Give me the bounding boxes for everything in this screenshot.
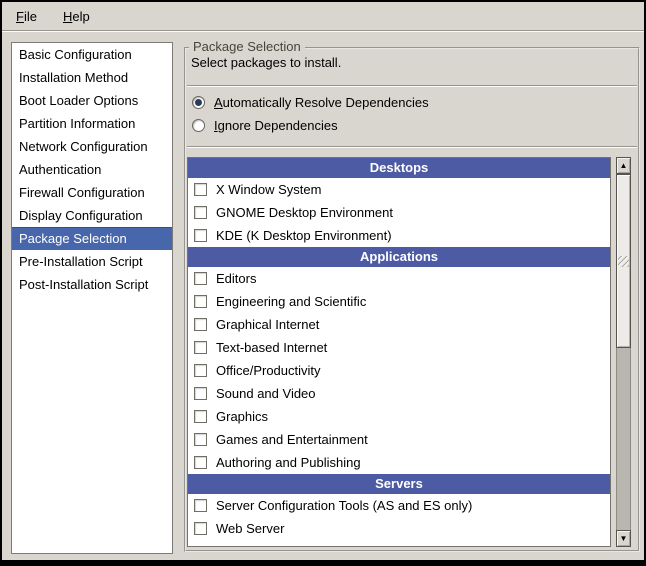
down-arrow-icon: ▼ — [620, 535, 628, 543]
sidebar-item-basic-configuration[interactable]: Basic Configuration — [12, 43, 172, 66]
checkbox-icon[interactable] — [194, 229, 207, 242]
checkbox-icon[interactable] — [194, 295, 207, 308]
scroll-down-button[interactable]: ▼ — [616, 530, 631, 547]
up-arrow-icon: ▲ — [620, 162, 628, 170]
sidebar-item-post-installation-script[interactable]: Post-Installation Script — [12, 273, 172, 296]
package-label: Editors — [216, 271, 256, 286]
scrollbar-thumb[interactable] — [616, 174, 631, 348]
package-label: Graphics — [216, 409, 268, 424]
package-row-gnome-desktop-environment[interactable]: GNOME Desktop Environment — [188, 201, 610, 224]
scrollbar-track[interactable] — [616, 174, 631, 530]
package-label: Games and Entertainment — [216, 432, 368, 447]
package-row-server-configuration-tools-as-and-es-only[interactable]: Server Configuration Tools (AS and ES on… — [188, 494, 610, 517]
sidebar-item-boot-loader-options[interactable]: Boot Loader Options — [12, 89, 172, 112]
group-header-servers: Servers — [188, 474, 610, 494]
package-row-graphical-internet[interactable]: Graphical Internet — [188, 313, 610, 336]
checkbox-icon[interactable] — [194, 272, 207, 285]
package-label: Engineering and Scientific — [216, 294, 366, 309]
mnemonic-underline: F — [16, 9, 24, 24]
checkbox-icon[interactable] — [194, 456, 207, 469]
menubar: File Help — [2, 2, 644, 31]
checkbox-icon[interactable] — [194, 364, 207, 377]
vertical-scrollbar[interactable]: ▲ ▼ — [616, 157, 631, 547]
checkbox-icon[interactable] — [194, 341, 207, 354]
radio-automatically-resolve-dependencies[interactable]: Automatically Resolve Dependencies — [192, 91, 429, 114]
checkbox-icon[interactable] — [194, 499, 207, 512]
separator — [187, 146, 637, 148]
scroll-up-button[interactable]: ▲ — [616, 157, 631, 174]
mnemonic-underline: A — [214, 95, 223, 110]
dependency-options: Automatically Resolve Dependencies Ignore… — [192, 91, 429, 137]
checkbox-icon[interactable] — [194, 387, 207, 400]
mnemonic-underline: H — [63, 9, 72, 24]
package-row-sound-and-video[interactable]: Sound and Video — [188, 382, 610, 405]
scrollbar-grip-icon — [618, 256, 629, 267]
sidebar-item-firewall-configuration[interactable]: Firewall Configuration — [12, 181, 172, 204]
package-row-authoring-and-publishing[interactable]: Authoring and Publishing — [188, 451, 610, 474]
package-row-x-window-system[interactable]: X Window System — [188, 178, 610, 201]
package-row-editors[interactable]: Editors — [188, 267, 610, 290]
package-selection-frame: Package Selection Select packages to ins… — [184, 47, 640, 552]
package-label: Graphical Internet — [216, 317, 319, 332]
menu-file[interactable]: File — [10, 7, 43, 26]
checkbox-icon[interactable] — [194, 183, 207, 196]
package-row-games-and-entertainment[interactable]: Games and Entertainment — [188, 428, 610, 451]
sidebar-item-display-configuration[interactable]: Display Configuration — [12, 204, 172, 227]
package-label: Web Server — [216, 521, 284, 536]
checkbox-icon[interactable] — [194, 410, 207, 423]
group-header-desktops: Desktops — [188, 158, 610, 178]
package-label: Text-based Internet — [216, 340, 327, 355]
sidebar-list[interactable]: Basic ConfigurationInstallation MethodBo… — [11, 42, 173, 554]
kickstart-configurator-window: File Help Basic ConfigurationInstallation… — [0, 0, 646, 566]
sidebar-item-authentication[interactable]: Authentication — [12, 158, 172, 181]
radio-ignore-dependencies[interactable]: Ignore Dependencies — [192, 114, 429, 137]
package-label: X Window System — [216, 182, 321, 197]
radio-label: Ignore Dependencies — [214, 118, 338, 133]
checkbox-icon[interactable] — [194, 318, 207, 331]
sidebar-item-network-configuration[interactable]: Network Configuration — [12, 135, 172, 158]
package-label: Office/Productivity — [216, 363, 321, 378]
checkbox-icon[interactable] — [194, 433, 207, 446]
package-treeview[interactable]: Desktops X Window System GNOME Desktop Env… — [187, 157, 611, 547]
sidebar-item-pre-installation-script[interactable]: Pre-Installation Script — [12, 250, 172, 273]
package-row-text-based-internet[interactable]: Text-based Internet — [188, 336, 610, 359]
package-label: KDE (K Desktop Environment) — [216, 228, 392, 243]
package-row-engineering-and-scientific[interactable]: Engineering and Scientific — [188, 290, 610, 313]
sidebar-item-partition-information[interactable]: Partition Information — [12, 112, 172, 135]
sidebar-item-installation-method[interactable]: Installation Method — [12, 66, 172, 89]
package-row-office-productivity[interactable]: Office/Productivity — [188, 359, 610, 382]
group-header-applications: Applications — [188, 247, 610, 267]
package-label: Sound and Video — [216, 386, 316, 401]
checkbox-icon[interactable] — [194, 206, 207, 219]
radio-label: Automatically Resolve Dependencies — [214, 95, 429, 110]
instruction-label: Select packages to install. — [191, 55, 341, 70]
menu-help[interactable]: Help — [57, 7, 96, 26]
sidebar-item-package-selection[interactable]: Package Selection — [12, 227, 172, 250]
separator — [187, 85, 637, 87]
radio-button-icon[interactable] — [192, 119, 205, 132]
radio-button-icon[interactable] — [192, 96, 205, 109]
package-list-area: Desktops X Window System GNOME Desktop Env… — [187, 157, 631, 547]
package-row-graphics[interactable]: Graphics — [188, 405, 610, 428]
package-row-web-server[interactable]: Web Server — [188, 517, 610, 540]
checkbox-icon[interactable] — [194, 522, 207, 535]
mnemonic-underline: I — [214, 118, 218, 133]
frame-title: Package Selection — [189, 39, 305, 54]
package-label: GNOME Desktop Environment — [216, 205, 393, 220]
package-label: Server Configuration Tools (AS and ES on… — [216, 498, 472, 513]
package-label: Authoring and Publishing — [216, 455, 361, 470]
package-row-kde-k-desktop-environment[interactable]: KDE (K Desktop Environment) — [188, 224, 610, 247]
